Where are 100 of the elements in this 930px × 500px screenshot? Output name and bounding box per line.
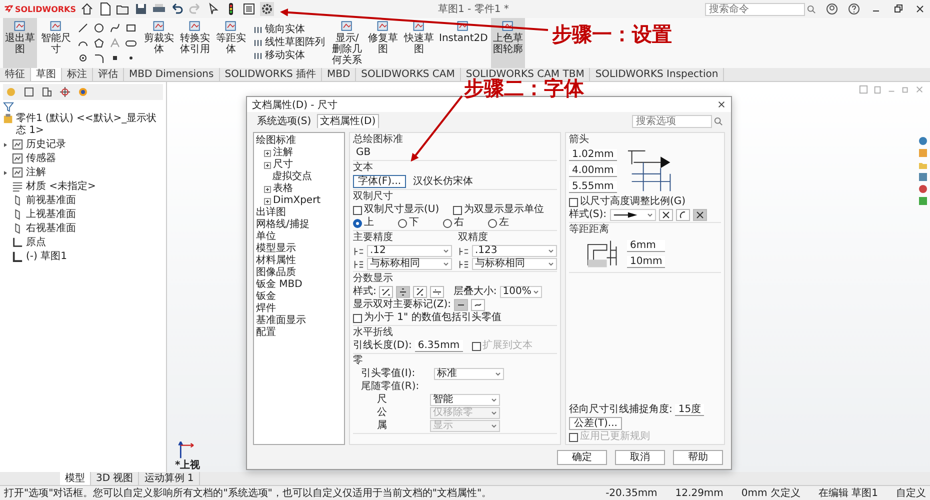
- tree-item[interactable]: 单位: [256, 231, 276, 243]
- dropdown[interactable]: 智能: [430, 394, 500, 406]
- tree-item[interactable]: 出详图: [256, 207, 286, 219]
- section-heading: 文本: [353, 162, 374, 174]
- field-label: 尺: [377, 394, 388, 406]
- command-tab[interactable]: MBD Dimensions: [124, 68, 220, 81]
- command-tab[interactable]: SOLIDWORKS 插件: [220, 68, 322, 81]
- font-name: 汉仪长仿宋体: [413, 176, 474, 188]
- tree-item[interactable]: 右视基准面: [26, 222, 76, 235]
- ribbon-button[interactable]: 等距实体: [214, 18, 248, 68]
- font-button[interactable]: 字体(F)...: [353, 175, 406, 188]
- ribbon-button[interactable]: 转换实体引用: [178, 18, 212, 68]
- field-label: 引头零值(I):: [361, 368, 416, 380]
- tree-item[interactable]: 焊件: [256, 303, 276, 315]
- section-heading: 总绘图标准: [353, 134, 404, 146]
- dialog-button[interactable]: 帮助: [673, 450, 723, 465]
- section-heading: 双制尺寸: [353, 191, 394, 203]
- radio-button[interactable]: 左: [488, 217, 509, 229]
- ribbon-button[interactable]: 修复草图: [366, 18, 400, 68]
- offset-field[interactable]: 6mm: [627, 240, 666, 252]
- dropdown[interactable]: 与标称相同: [472, 258, 557, 270]
- tree-item[interactable]: 注解: [26, 166, 46, 179]
- section-heading: 主要精度: [353, 232, 394, 244]
- field-label: 径向尺寸引线捕捉角度:: [569, 404, 672, 416]
- ribbon-button[interactable]: 剪裁实体: [142, 18, 176, 68]
- dialog-title: 文档属性(D) - 尺寸: [252, 98, 338, 112]
- dropdown[interactable]: 与标称相同: [367, 258, 452, 270]
- tree-item[interactable]: 网格线/捕捉: [256, 219, 310, 231]
- tolerance-button[interactable]: 公差(T)...: [569, 417, 622, 430]
- length-field[interactable]: 6.35mm: [414, 340, 463, 352]
- offset-field[interactable]: 10mm: [627, 256, 666, 268]
- tree-item[interactable]: 虚拟交点: [272, 171, 312, 183]
- ribbon-button[interactable]: 上色草图轮廓: [490, 18, 525, 68]
- tree-item[interactable]: 前视基准面: [26, 194, 76, 207]
- checkbox[interactable]: 为小于 1" 的数值包括引头零值: [353, 312, 557, 324]
- field-label: 尾随零值(R):: [360, 381, 420, 393]
- dialog-button[interactable]: 确定: [557, 450, 607, 465]
- tree-item[interactable]: 模型显示: [256, 243, 296, 255]
- section-heading: 分数显示: [353, 273, 394, 285]
- ribbon-button[interactable]: 快速草图: [402, 18, 436, 68]
- command-tab[interactable]: 评估: [93, 68, 124, 81]
- tree-item[interactable]: (-) 草图1: [26, 250, 67, 263]
- tree-item[interactable]: 表格: [273, 183, 293, 195]
- status-field: 12.29mm: [675, 488, 724, 498]
- dropdown[interactable]: 100%: [500, 286, 542, 298]
- radio-button[interactable]: 右: [443, 217, 464, 229]
- radio-button[interactable]: 下: [398, 217, 419, 229]
- search-field[interactable]: 搜索选项: [632, 114, 712, 128]
- tree-item[interactable]: 钣金: [256, 291, 276, 303]
- ribbon-menu-item[interactable]: 移动实体: [253, 50, 325, 62]
- tree-item[interactable]: 绘图标准: [256, 135, 296, 147]
- view-tab[interactable]: 模型: [60, 472, 91, 485]
- status-field: 0mm 欠定义: [741, 486, 800, 500]
- command-tab[interactable]: 草图: [31, 68, 62, 81]
- field-label: 公: [377, 407, 388, 419]
- command-tab[interactable]: MBD: [322, 68, 356, 81]
- command-tab[interactable]: SOLIDWORKS Inspection: [590, 68, 724, 81]
- tree-item[interactable]: 钣金 MBD: [256, 279, 302, 291]
- tree-item[interactable]: 注解: [273, 147, 293, 159]
- tree-root-label[interactable]: 零件1 (默认) <<默认>_显示状态 1>: [16, 113, 163, 137]
- tree-item[interactable]: 配置: [256, 327, 276, 339]
- ribbon-button[interactable]: 显示/删除几何关系: [330, 18, 364, 68]
- dropdown[interactable]: .123: [472, 245, 557, 257]
- radio-button[interactable]: 上: [353, 217, 374, 229]
- field-label: 样式(S):: [569, 209, 607, 221]
- command-tab[interactable]: 标注: [62, 68, 93, 81]
- command-tab[interactable]: SOLIDWORKS CAM: [356, 68, 461, 81]
- tree-item[interactable]: 材质 <未指定>: [26, 180, 96, 193]
- checkbox[interactable]: 为双显示显示单位: [453, 204, 544, 216]
- checkbox[interactable]: 双制尺寸显示(U): [353, 204, 440, 216]
- tree-item[interactable]: 图像品质: [256, 267, 296, 279]
- size-field[interactable]: 4.00mm: [569, 165, 617, 177]
- size-field[interactable]: 5.55mm: [569, 181, 617, 193]
- tree-item[interactable]: 历史记录: [26, 138, 66, 151]
- search-field[interactable]: 搜索命令: [705, 2, 805, 16]
- angle-field[interactable]: 15度: [675, 404, 704, 416]
- dialog-tab[interactable]: 文档属性(D): [317, 114, 379, 128]
- ribbon-button[interactable]: Instant2D: [438, 18, 489, 68]
- tree-item[interactable]: DimXpert: [273, 195, 321, 207]
- tree-item[interactable]: 基准面显示: [256, 315, 306, 327]
- tree-item[interactable]: 材料属性: [256, 255, 296, 267]
- ribbon-button[interactable]: 智能尺寸: [39, 18, 73, 68]
- dialog-tab[interactable]: 系统选项(S): [255, 114, 314, 128]
- tree-item[interactable]: 原点: [26, 236, 46, 249]
- dropdown[interactable]: 标准: [434, 368, 504, 380]
- dialog-button[interactable]: 取消: [615, 450, 665, 465]
- ribbon-menu-item[interactable]: 线性草图阵列: [253, 37, 325, 49]
- field-label: 样式:: [353, 286, 376, 298]
- tree-item[interactable]: 传感器: [26, 152, 56, 165]
- tree-item[interactable]: 上视基准面: [26, 208, 76, 221]
- ribbon-button[interactable]: 退出草图: [3, 18, 37, 68]
- section-heading: 水平折线: [353, 327, 394, 339]
- tree-item[interactable]: 尺寸: [273, 159, 293, 171]
- window-title: 草图1 - 零件1 *: [438, 2, 509, 16]
- size-field[interactable]: 1.02mm: [569, 149, 617, 161]
- dropdown[interactable]: .12: [367, 245, 452, 257]
- status-field: 自定义: [896, 486, 926, 500]
- ribbon-menu-item[interactable]: 镜向实体: [253, 24, 325, 36]
- field-label: 显示双对主要标记(Z):: [353, 299, 452, 311]
- checkbox[interactable]: 以尺寸高度调整比例(G): [569, 196, 721, 208]
